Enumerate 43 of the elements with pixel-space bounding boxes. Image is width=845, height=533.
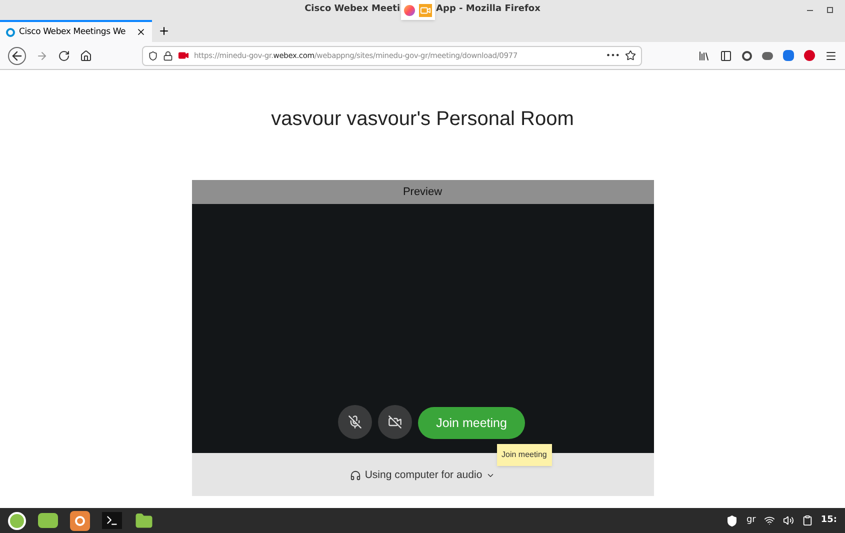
- close-icon[interactable]: [136, 27, 146, 37]
- window-title: App - Mozilla Firefox: [436, 3, 540, 16]
- maximize-icon[interactable]: [827, 7, 833, 13]
- camera-off-icon: [388, 415, 402, 429]
- browser-icon[interactable]: [70, 510, 90, 530]
- camera-app-icon: [419, 4, 432, 16]
- preview-header: Preview: [192, 180, 654, 204]
- bookmark-icon[interactable]: [625, 50, 636, 61]
- muted-microphone-icon: [348, 415, 362, 429]
- volume-icon[interactable]: [782, 515, 794, 526]
- page-actions-button[interactable]: •••: [606, 50, 620, 62]
- folder-icon[interactable]: [134, 512, 154, 530]
- browser-tab[interactable]: Cisco Webex Meetings We: [0, 20, 152, 42]
- clipboard-icon[interactable]: [802, 515, 813, 526]
- lock-icon[interactable]: [163, 50, 173, 60]
- window-title: Cisco Webex Meeti: [304, 3, 400, 16]
- tooltip: Join meeting: [496, 444, 552, 466]
- desktop-icon[interactable]: [38, 513, 58, 528]
- home-icon[interactable]: [80, 50, 92, 62]
- ad-block-icon[interactable]: [804, 50, 815, 61]
- camera-button[interactable]: [378, 405, 412, 439]
- sidebar-icon[interactable]: [720, 50, 732, 62]
- reload-icon[interactable]: [58, 50, 70, 62]
- clock[interactable]: 15:: [820, 514, 837, 528]
- menu-icon[interactable]: [825, 50, 837, 62]
- start-menu-icon[interactable]: [8, 512, 26, 530]
- webex-logo-icon: [6, 28, 15, 36]
- forward-icon[interactable]: [36, 50, 48, 62]
- new-tab-icon[interactable]: [158, 25, 170, 37]
- library-icon[interactable]: [698, 50, 710, 62]
- browser-logo-icon: [404, 4, 416, 16]
- headset-icon: [350, 470, 361, 481]
- keyboard-layout[interactable]: gr: [746, 514, 756, 528]
- caret-icon: [486, 471, 496, 480]
- wifi-icon[interactable]: [764, 515, 775, 526]
- room-title: vasvour vasvour's Personal Room: [271, 107, 574, 132]
- microphone-button[interactable]: [338, 405, 372, 439]
- back-icon[interactable]: [8, 46, 26, 64]
- account-icon[interactable]: [742, 50, 752, 60]
- camera-icon[interactable]: [178, 50, 189, 61]
- terminal-icon[interactable]: [102, 512, 122, 529]
- shield-icon[interactable]: [148, 50, 158, 60]
- audio-option-button[interactable]: Using computer for audio: [350, 468, 496, 484]
